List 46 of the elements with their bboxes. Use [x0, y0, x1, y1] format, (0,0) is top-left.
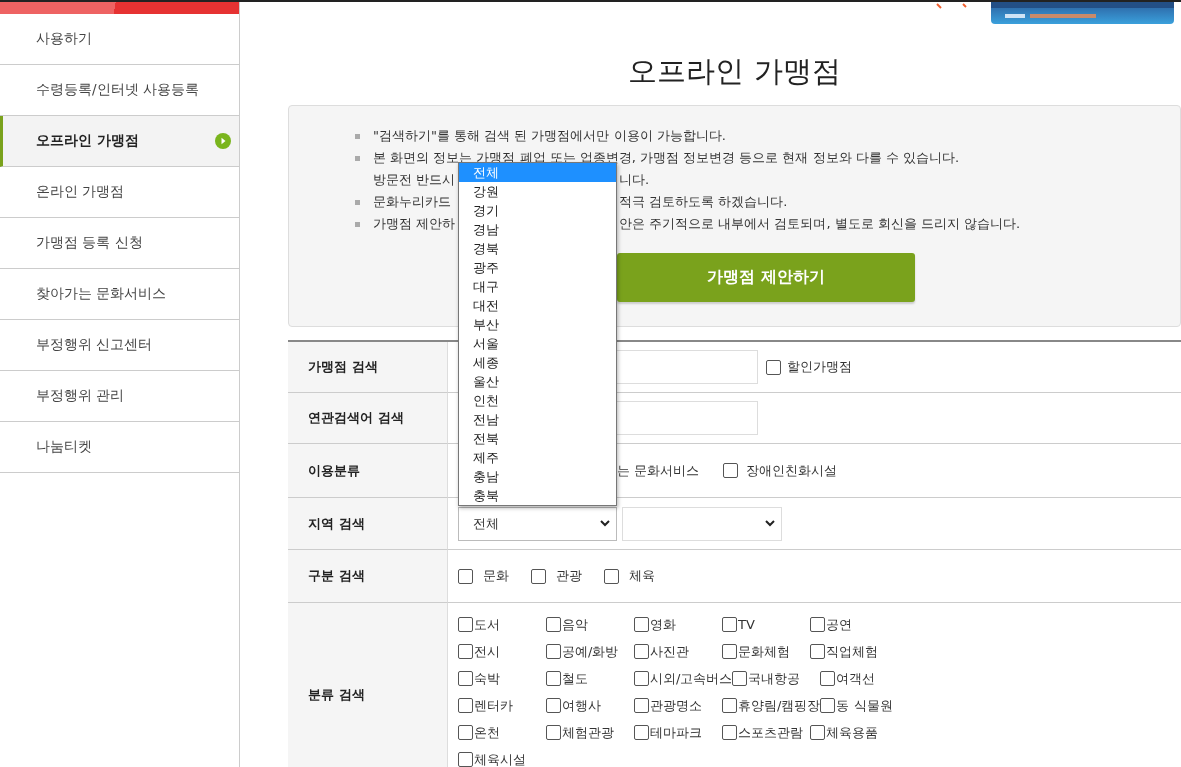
checkbox-label: 사진관: [650, 642, 689, 661]
checkbox-label: TV: [738, 617, 755, 632]
row-label: 연관검색어 검색: [288, 393, 448, 444]
checkbox-label: 관광명소: [650, 696, 702, 715]
checkbox-label: 도서: [474, 615, 500, 634]
checkbox-label: 체육시설: [474, 750, 526, 767]
row-label: 분류 검색: [288, 603, 448, 767]
notice-text: 니다.: [619, 171, 650, 189]
checkbox-label: 숙박: [474, 669, 500, 688]
checkbox-label: 할인가맹점: [787, 358, 852, 376]
checkbox-label: 국내항공: [748, 669, 801, 688]
checkbox-label: 문화: [483, 567, 509, 585]
notice-text: 방문전 반드시: [373, 171, 457, 189]
checkbox-label: 스포츠관람: [738, 723, 803, 742]
page-title: 오프라인 가맹점: [627, 52, 842, 90]
checkbox-label: 체육용품: [826, 723, 878, 742]
checkbox-label: 전시: [474, 642, 500, 661]
notice-text: "검색하기"를 통해 검색 된 가맹점에서만 이용이 가능합니다.: [373, 127, 726, 145]
notice-text: 문화누리카드: [373, 193, 452, 211]
checkbox-label: 여행사: [562, 696, 601, 715]
checkbox-label: 음악: [562, 615, 588, 634]
checkbox-label: 체육: [629, 567, 655, 585]
checkbox-label: 문화체험: [738, 642, 790, 661]
checkbox-label: 장애인친화시설: [746, 461, 838, 480]
checkbox-label: 관광: [556, 567, 582, 585]
checkbox-label: 테마파크: [650, 723, 702, 742]
row-label: 가맹점 검색: [288, 342, 448, 393]
checkbox-label: 체험관광: [562, 723, 614, 742]
notice-text: 안은 주기적으로 내부에서 검토되며, 별도로 회신을 드리지 않습니다.: [619, 215, 1021, 233]
checkbox-label: 공예/화방: [562, 642, 619, 661]
checkbox-label: 온천: [474, 723, 500, 742]
checkbox-label: 휴양림/캠핑장: [738, 696, 821, 715]
notice-text: 가맹점 제안하: [373, 215, 457, 233]
checkbox-label: 시외/고속버스: [650, 669, 733, 688]
checkbox-label: 영화: [650, 615, 676, 634]
checkbox-label: 공연: [826, 615, 852, 634]
checkbox-label: 직업체험: [826, 642, 878, 661]
checkbox-label: 철도: [562, 669, 588, 688]
row-label: 구분 검색: [288, 550, 448, 603]
checkbox-label: 동 식물원: [836, 696, 893, 715]
row-label: 지역 검색: [288, 498, 448, 550]
row-label: 이용분류: [288, 444, 448, 498]
checkbox-label: 렌터카: [474, 696, 513, 715]
notice-text: 적극 검토하도록 하겠습니다.: [619, 193, 788, 211]
checkbox-label: 여객선: [836, 669, 876, 688]
checkbox-label: 는 문화서비스: [617, 461, 700, 480]
